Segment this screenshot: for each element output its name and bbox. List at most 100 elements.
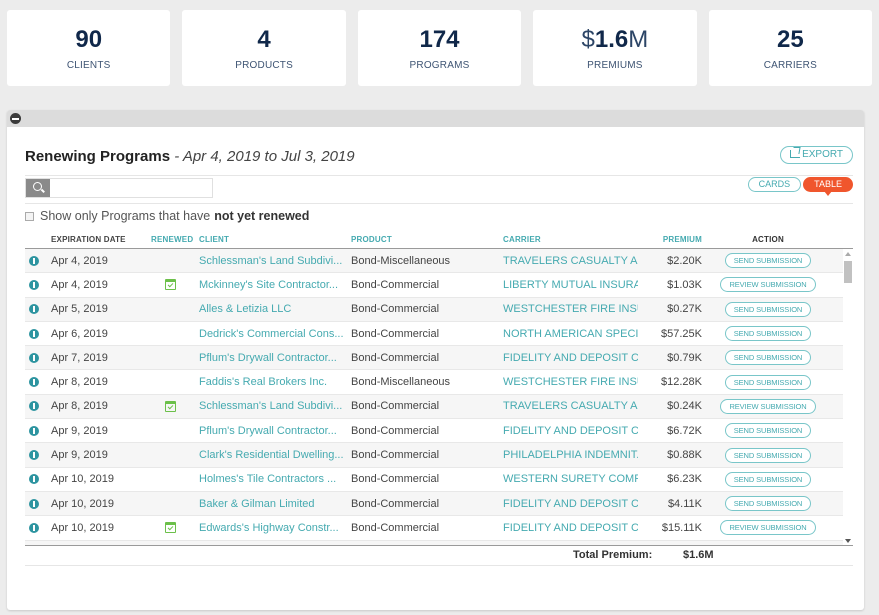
info-icon[interactable] <box>29 498 39 509</box>
carrier-link[interactable]: TRAVELERS CASUALTY AN... <box>503 400 638 412</box>
table-view-button[interactable]: TABLE <box>803 177 853 196</box>
client-link[interactable]: Alles & Letizia LLC <box>199 303 351 315</box>
client-link[interactable]: Mckinney's Site Contractor... <box>199 279 351 291</box>
cards-view-button[interactable]: CARDS <box>747 177 802 192</box>
collapse-panel-icon[interactable] <box>10 113 21 124</box>
carrier-link[interactable]: TRAVELERS CASUALTY AN... <box>503 255 638 267</box>
header-client[interactable]: CLIENT <box>199 235 351 249</box>
send-submission-button[interactable]: SEND SUBMISSION <box>724 471 812 487</box>
info-icon[interactable] <box>29 474 39 485</box>
header-product[interactable]: PRODUCT <box>351 235 503 249</box>
client-link[interactable]: Pflum's Drywall Contractor... <box>199 352 351 364</box>
client-link[interactable]: Edwards's Highway Constr... <box>199 522 351 534</box>
info-icon[interactable] <box>29 377 39 388</box>
action-cell: SEND SUBMISSION <box>702 471 834 487</box>
action-cell: SEND SUBMISSION <box>702 326 834 342</box>
carrier-link[interactable]: WESTCHESTER FIRE INSU... <box>503 376 638 388</box>
premium: $4.11K <box>667 497 702 510</box>
client-link[interactable]: Faddis's Real Brokers Inc. <box>199 376 351 388</box>
info-cell <box>25 425 51 436</box>
info-icon[interactable] <box>29 304 39 315</box>
info-icon[interactable] <box>29 450 39 461</box>
info-cell <box>25 279 51 290</box>
export-label: EXPORT <box>802 149 843 160</box>
scroll-thumb[interactable] <box>844 261 852 283</box>
carrier-link[interactable]: FIDELITY AND DEPOSIT C... <box>503 522 638 534</box>
header-premium[interactable]: PREMIUM <box>638 235 702 249</box>
info-icon[interactable] <box>29 255 39 266</box>
info-icon[interactable] <box>29 401 39 412</box>
review-submission-button[interactable]: REVIEW SUBMISSION <box>720 520 816 536</box>
send-submission-button[interactable]: SEND SUBMISSION <box>724 253 812 269</box>
info-cell <box>25 328 51 339</box>
send-submission-button[interactable]: SEND SUBMISSION <box>724 326 812 342</box>
product: Bond-Commercial <box>351 400 440 413</box>
info-cell <box>25 401 51 412</box>
action-cell: SEND SUBMISSION <box>702 374 834 390</box>
client-link[interactable]: Baker & Gilman Limited <box>199 498 351 510</box>
carrier-link[interactable]: WESTCHESTER FIRE INSU... <box>503 303 638 315</box>
stat-card-clients: 90 CLIENTS <box>7 10 171 86</box>
table-row: Apr 9, 2019 Clark's Residential Dwelling.… <box>25 443 853 468</box>
table-scrollbar[interactable] <box>843 249 853 545</box>
not-renewed-filter: Show only Programs that have not yet ren… <box>25 207 309 225</box>
carrier-link[interactable]: LIBERTY MUTUAL INSURA... <box>503 279 638 291</box>
view-toggle: CARDS TABLE <box>747 177 853 196</box>
scroll-up-arrow-icon[interactable] <box>845 252 851 256</box>
review-submission-button[interactable]: REVIEW SUBMISSION <box>720 277 816 293</box>
send-submission-button[interactable]: SEND SUBMISSION <box>724 301 812 317</box>
carrier-link[interactable]: FIDELITY AND DEPOSIT C... <box>503 498 638 510</box>
client-link[interactable]: Schlessman's Land Subdivi... <box>199 255 351 267</box>
action-cell: REVIEW SUBMISSION <box>702 520 834 536</box>
send-submission-button[interactable]: SEND SUBMISSION <box>724 374 812 390</box>
stat-prefix: $ <box>581 25 595 53</box>
header-renewed[interactable]: RENEWED <box>151 235 199 249</box>
action-cell: SEND SUBMISSION <box>702 253 834 269</box>
panel-title: Renewing Programs - Apr 4, 2019 to Jul 3… <box>25 148 355 165</box>
export-button[interactable]: EXPORT <box>780 146 853 164</box>
stat-value: 25 <box>776 25 804 53</box>
info-icon[interactable] <box>29 352 39 363</box>
not-renewed-checkbox[interactable] <box>25 211 34 221</box>
info-icon[interactable] <box>29 328 39 339</box>
stat-card-programs: 174 PROGRAMS <box>357 10 522 86</box>
export-icon <box>790 150 801 158</box>
expiration-date: Apr 10, 2019 <box>51 521 114 534</box>
renewed-cell <box>151 395 199 418</box>
scroll-down-arrow-icon[interactable] <box>845 539 851 543</box>
info-icon[interactable] <box>29 425 39 436</box>
stat-value: 174 <box>419 25 460 53</box>
header-carrier[interactable]: CARRIER <box>503 235 638 249</box>
expiration-date: Apr 10, 2019 <box>51 473 114 486</box>
info-icon[interactable] <box>29 522 39 533</box>
table-row: Apr 8, 2019 Schlessman's Land Subdivi... B… <box>25 394 853 420</box>
renewed-calendar-check-icon <box>165 400 176 412</box>
search-input[interactable] <box>51 179 211 197</box>
send-submission-button[interactable]: SEND SUBMISSION <box>724 447 812 463</box>
client-link[interactable]: Clark's Residential Dwelling... <box>199 449 351 461</box>
carrier-link[interactable]: FIDELITY AND DEPOSIT C... <box>503 352 638 364</box>
table-header: EXPIRATION DATE RENEWED CLIENT PRODUCT C… <box>25 235 853 249</box>
premium: $0.88K <box>667 449 702 462</box>
carrier-link[interactable]: PHILADELPHIA INDEMNIT... <box>503 449 638 461</box>
expiration-date: Apr 6, 2019 <box>51 327 108 340</box>
premium: $6.23K <box>667 473 702 486</box>
premium: $0.24K <box>667 400 702 413</box>
send-submission-button[interactable]: SEND SUBMISSION <box>724 350 812 366</box>
send-submission-button[interactable]: SEND SUBMISSION <box>724 496 812 512</box>
carrier-link[interactable]: WESTERN SURETY COMP... <box>503 473 638 485</box>
expiration-date: Apr 9, 2019 <box>51 424 108 437</box>
client-link[interactable]: Schlessman's Land Subdivi... <box>199 400 351 412</box>
search-icon[interactable] <box>26 179 50 197</box>
review-submission-button[interactable]: REVIEW SUBMISSION <box>720 398 816 414</box>
info-icon[interactable] <box>29 279 39 290</box>
send-submission-button[interactable]: SEND SUBMISSION <box>724 423 812 439</box>
carrier-link[interactable]: NORTH AMERICAN SPECI... <box>503 328 638 340</box>
panel-date-range: - Apr 4, 2019 to Jul 3, 2019 <box>170 148 355 165</box>
client-link[interactable]: Dedrick's Commercial Cons... <box>199 328 351 340</box>
client-link[interactable]: Pflum's Drywall Contractor... <box>199 425 351 437</box>
premium: $6.72K <box>667 424 702 437</box>
client-link[interactable]: Holmes's Tile Contractors ... <box>199 473 351 485</box>
table-row: Apr 8, 2019 Faddis's Real Brokers Inc. Bon… <box>25 370 853 395</box>
carrier-link[interactable]: FIDELITY AND DEPOSIT C... <box>503 425 638 437</box>
